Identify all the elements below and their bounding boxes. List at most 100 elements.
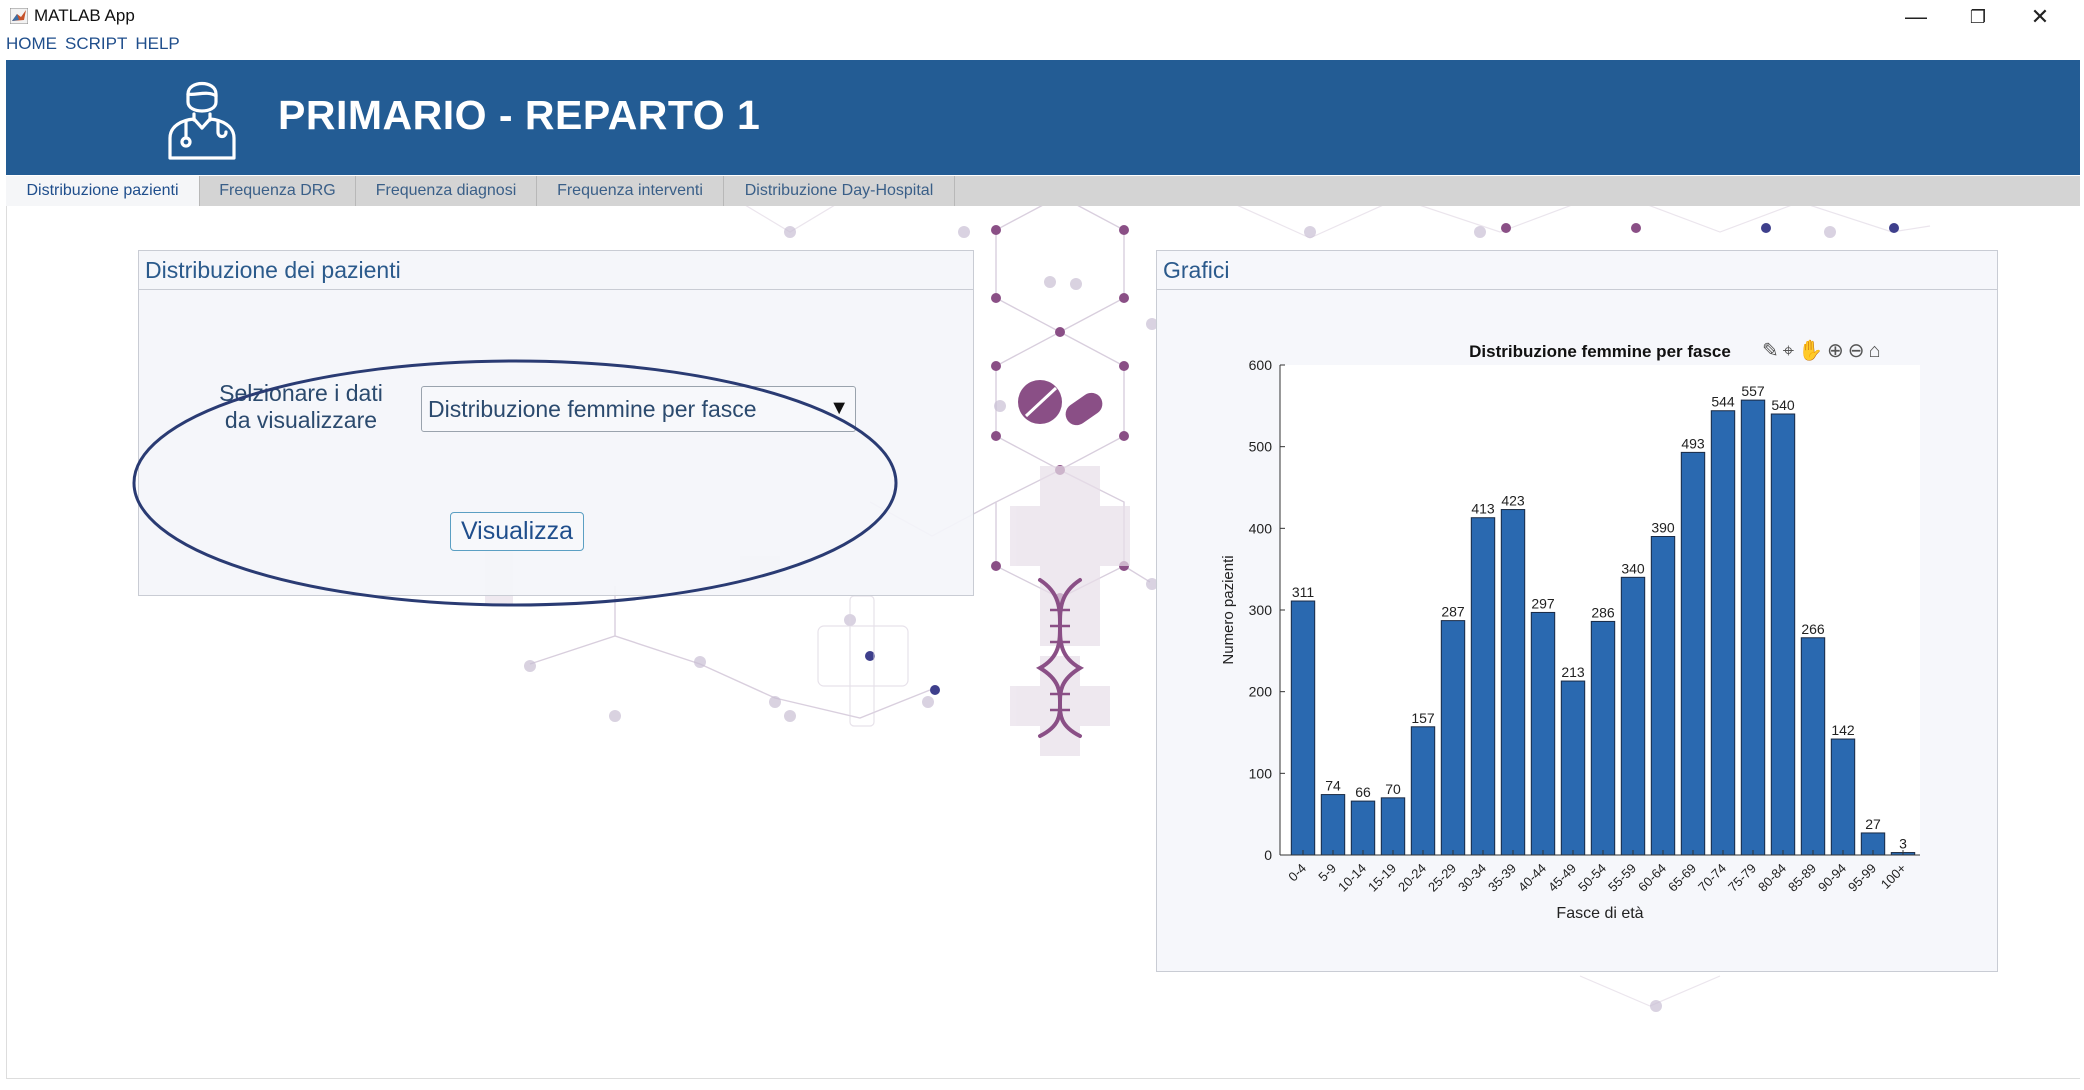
chart-bar-value-label: 423 [1501, 493, 1525, 509]
chart-bar [1800, 637, 1826, 856]
chart-bar [1440, 620, 1466, 856]
chart-bar [1710, 410, 1736, 856]
menu-item-help[interactable]: HELP [135, 34, 179, 53]
chart-title: Distribuzione femmine per fasce [1469, 342, 1731, 361]
restore-button[interactable]: ❐ [1958, 2, 1998, 32]
chart-bar-value-label: 70 [1385, 781, 1401, 797]
chart-bar-value-label: 493 [1681, 435, 1705, 451]
chart-bar-value-label: 157 [1411, 710, 1435, 726]
tab-frequenza-diagnosi[interactable]: Frequenza diagnosi [356, 176, 537, 206]
chart-bar-value-label: 142 [1831, 722, 1855, 738]
panel-divider [1157, 289, 1997, 290]
chart-bar [1590, 620, 1616, 856]
chart-y-tick-label: 300 [1249, 602, 1273, 618]
select-data-label: Selzionare i dati da visualizzare [196, 380, 406, 434]
chart-bar-value-label: 66 [1355, 784, 1371, 800]
dropdown-selected-value: Distribuzione femmine per fasce [428, 396, 757, 422]
menu-bar: HOME SCRIPT HELP [6, 34, 188, 56]
chart-bar [1500, 509, 1526, 856]
chart-bar-value-label: 286 [1591, 604, 1615, 620]
chart-x-tick-label: 35-39 [1485, 861, 1519, 895]
bar-chart: Distribuzione femmine per fasce 311 74 66 7… [1220, 342, 1920, 922]
window-title: MATLAB App [34, 6, 135, 25]
chart-x-tick-label: 75-79 [1725, 861, 1759, 895]
panel-divider [139, 289, 973, 290]
chart-y-tick-label: 500 [1249, 439, 1273, 455]
chart-bar-value-label: 287 [1441, 604, 1465, 620]
chart-x-tick-label: 0-4 [1285, 861, 1309, 885]
chart-bar [1290, 600, 1316, 856]
chart-x-tick-label: 85-89 [1785, 861, 1819, 895]
chart-y-axis-label: Numero pazienti [1220, 555, 1237, 664]
menu-item-home[interactable]: HOME [6, 34, 57, 53]
chart-bar-value-label: 297 [1531, 595, 1555, 611]
chart-bar-value-label: 557 [1741, 383, 1765, 399]
chart-bar-value-label: 74 [1325, 778, 1341, 794]
chart-bar [1410, 726, 1436, 856]
chart-x-tick-label: 50-54 [1575, 861, 1609, 895]
chart-x-tick-label: 70-74 [1695, 861, 1729, 895]
chart-x-tick-label: 100+ [1878, 861, 1909, 892]
chart-y-tick-label: 200 [1249, 684, 1273, 700]
chart-x-tick-label: 90-94 [1815, 861, 1849, 895]
doctor-icon [168, 81, 236, 160]
panel-title: Distribuzione dei pazienti [145, 257, 401, 283]
chart-bar [1380, 797, 1406, 856]
window-title-bar [0, 0, 2084, 34]
chart-x-tick-label: 5-9 [1315, 861, 1339, 885]
chart-x-tick-label: 15-19 [1365, 861, 1399, 895]
chart-bar [1530, 611, 1556, 856]
tab-frequenza-interventi[interactable]: Frequenza interventi [537, 176, 724, 206]
matlab-app-icon [10, 8, 28, 24]
chart-x-axis-label: Fasce di età [1556, 905, 1643, 922]
chart-y-tick-label: 600 [1249, 357, 1273, 373]
chart-x-tick-label: 40-44 [1515, 861, 1549, 895]
chart-bar [1620, 576, 1646, 856]
chart-x-tick-label: 60-64 [1635, 861, 1669, 895]
chart-bar [1650, 536, 1676, 856]
data-type-dropdown[interactable]: Distribuzione femmine per fasce ▼ [421, 386, 856, 432]
chart-bar-value-label: 390 [1651, 520, 1675, 536]
dropdown-arrow-icon: ▼ [829, 397, 849, 419]
chart-bar [1470, 517, 1496, 856]
chart-x-tick-label: 55-59 [1605, 861, 1639, 895]
chart-bar-value-label: 311 [1292, 584, 1315, 600]
chart-bar-value-label: 213 [1561, 664, 1585, 680]
select-label-line-2: da visualizzare [224, 407, 378, 433]
chart-bar-value-label: 540 [1771, 397, 1795, 413]
chart-x-tick-label: 10-14 [1335, 861, 1369, 895]
visualizza-button[interactable]: Visualizza [450, 512, 584, 551]
chart-bar [1350, 800, 1376, 856]
tab-distribuzione-day-hospital[interactable]: Distribuzione Day-Hospital [724, 176, 955, 206]
chart-bar [1560, 680, 1586, 856]
chart-y-tick-label: 0 [1264, 847, 1272, 863]
chart-x-tick-label: 80-84 [1755, 861, 1789, 895]
minimize-button[interactable]: — [1896, 2, 1936, 32]
menu-item-script[interactable]: SCRIPT [65, 34, 127, 53]
chart-x-tick-label: 95-99 [1845, 861, 1879, 895]
chart-x-tick-label: 25-29 [1425, 861, 1459, 895]
chart-bar-value-label: 544 [1711, 394, 1735, 410]
close-button[interactable]: ✕ [2020, 2, 2060, 32]
chart-y-tick-label: 400 [1249, 520, 1273, 536]
window-bottom-border [6, 1078, 2080, 1079]
tab-frequenza-drg[interactable]: Frequenza DRG [200, 176, 356, 206]
chart-bar-value-label: 266 [1801, 621, 1825, 637]
select-label-line-1: Selzionare i dati [219, 380, 383, 406]
chart-y-tick-label: 100 [1249, 765, 1273, 781]
chart-x-tick-label: 45-49 [1545, 861, 1579, 895]
chart-x-tick-label: 65-69 [1665, 861, 1699, 895]
panel-title: Grafici [1163, 257, 1230, 283]
chart-bar [1830, 738, 1856, 856]
chart-bar [1680, 451, 1706, 856]
tab-distribuzione-pazienti[interactable]: Distribuzione pazienti [6, 176, 200, 207]
chart-bar-value-label: 340 [1621, 560, 1645, 576]
chart-bar-value-label: 413 [1471, 501, 1495, 517]
page-title: PRIMARIO - REPARTO 1 [278, 92, 761, 138]
tab-bar: Distribuzione pazienti Frequenza DRG Fre… [6, 176, 2080, 207]
chart-bar [1740, 399, 1766, 856]
chart-x-tick-label: 30-34 [1455, 861, 1489, 895]
chart-bar [1770, 413, 1796, 856]
chart-bar-value-label: 3 [1899, 836, 1907, 852]
chart-bar [1320, 794, 1346, 856]
